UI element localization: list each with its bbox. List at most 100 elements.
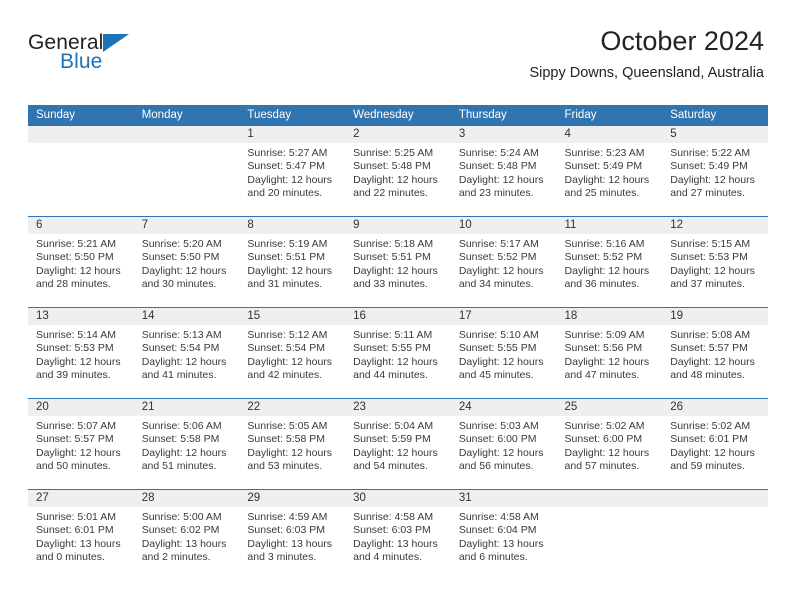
sunrise-time: Sunrise: 5:12 AM — [247, 329, 328, 341]
daylight-duration: Daylight: 13 hours and 0 minutes. — [36, 537, 121, 564]
day-details: Sunrise: 5:07 AM Sunset: 5:57 PM Daylight:… — [28, 416, 134, 474]
daylight-duration: Daylight: 12 hours and 20 minutes. — [247, 173, 333, 200]
daylight-duration: Daylight: 12 hours and 59 minutes. — [670, 446, 755, 473]
day-cell-inner: 18 Sunrise: 5:09 AM Sunset: 5:56 PM Dayligh… — [556, 308, 663, 396]
day-number: 18 — [556, 308, 663, 325]
day-cell-inner — [662, 490, 768, 578]
daylight-duration: Daylight: 12 hours and 36 minutes. — [564, 264, 650, 291]
calendar-day-cell[interactable]: 10 Sunrise: 5:17 AM Sunset: 5:52 PM Dayligh… — [450, 216, 557, 308]
calendar-day-cell[interactable]: 28 Sunrise: 5:00 AM Sunset: 6:02 PM Dayligh… — [133, 489, 240, 580]
calendar-day-cell[interactable]: 8 Sunrise: 5:19 AM Sunset: 5:51 PM Daylight… — [239, 216, 346, 308]
calendar-day-cell[interactable]: 4 Sunrise: 5:23 AM Sunset: 5:49 PM Daylight… — [556, 126, 663, 217]
day-cell-inner: 2 Sunrise: 5:25 AM Sunset: 5:48 PM Daylight… — [345, 126, 451, 214]
calendar-day-cell[interactable]: 17 Sunrise: 5:10 AM Sunset: 5:55 PM Dayligh… — [450, 307, 557, 399]
calendar-day-cell[interactable]: 20 Sunrise: 5:07 AM Sunset: 5:57 PM Dayligh… — [28, 398, 134, 490]
day-number: 16 — [345, 308, 451, 325]
day-details: Sunrise: 4:58 AM Sunset: 6:03 PM Daylight:… — [345, 507, 451, 565]
day-details: Sunrise: 5:15 AM Sunset: 5:53 PM Daylight:… — [662, 234, 768, 292]
daylight-duration: Daylight: 13 hours and 3 minutes. — [247, 537, 333, 564]
sunrise-time: Sunrise: 5:08 AM — [670, 329, 751, 341]
day-cell-inner: 10 Sunrise: 5:17 AM Sunset: 5:52 PM Dayligh… — [450, 217, 557, 305]
daylight-duration: Daylight: 13 hours and 6 minutes. — [458, 537, 544, 564]
calendar-day-cell[interactable]: 9 Sunrise: 5:18 AM Sunset: 5:51 PM Daylight… — [345, 216, 451, 308]
calendar-day-cell[interactable]: 7 Sunrise: 5:20 AM Sunset: 5:50 PM Daylight… — [133, 216, 240, 308]
day-number: 13 — [28, 308, 134, 325]
calendar-day-cell[interactable]: 24 Sunrise: 5:03 AM Sunset: 6:00 PM Dayligh… — [450, 398, 557, 490]
day-cell-inner: 30 Sunrise: 4:58 AM Sunset: 6:03 PM Dayligh… — [345, 490, 451, 578]
day-number: 27 — [28, 490, 134, 507]
sunrise-time: Sunrise: 5:03 AM — [458, 420, 539, 432]
calendar-day-cell[interactable]: 11 Sunrise: 5:16 AM Sunset: 5:52 PM Dayligh… — [556, 216, 663, 308]
calendar-day-cell[interactable]: 2 Sunrise: 5:25 AM Sunset: 5:48 PM Daylight… — [345, 126, 451, 217]
calendar-day-cell[interactable]: 26 Sunrise: 5:02 AM Sunset: 6:01 PM Dayligh… — [662, 398, 768, 490]
calendar-week-row: 13 Sunrise: 5:14 AM Sunset: 5:53 PM Dayligh… — [28, 307, 768, 399]
calendar-day-cell[interactable]: 22 Sunrise: 5:05 AM Sunset: 5:58 PM Dayligh… — [239, 398, 346, 490]
daylight-duration: Daylight: 12 hours and 50 minutes. — [36, 446, 121, 473]
day-cell-inner: 19 Sunrise: 5:08 AM Sunset: 5:57 PM Dayligh… — [662, 308, 768, 396]
sunset-time: Sunset: 6:02 PM — [141, 524, 220, 537]
calendar-week-row: 20 Sunrise: 5:07 AM Sunset: 5:57 PM Dayligh… — [28, 398, 768, 490]
day-details: Sunrise: 4:58 AM Sunset: 6:04 PM Daylight:… — [451, 507, 557, 565]
day-details: Sunrise: 5:08 AM Sunset: 5:57 PM Daylight:… — [662, 325, 768, 383]
calendar-day-cell[interactable]: 16 Sunrise: 5:11 AM Sunset: 5:55 PM Dayligh… — [345, 307, 451, 399]
calendar-day-cell[interactable]: 6 Sunrise: 5:21 AM Sunset: 5:50 PM Daylight… — [28, 216, 134, 308]
calendar-day-cell[interactable]: 1 Sunrise: 5:27 AM Sunset: 5:47 PM Daylight… — [239, 126, 346, 217]
calendar-day-cell[interactable]: 13 Sunrise: 5:14 AM Sunset: 5:53 PM Dayligh… — [28, 307, 134, 399]
day-number — [133, 126, 240, 143]
calendar-day-cell[interactable]: 27 Sunrise: 5:01 AM Sunset: 6:01 PM Dayligh… — [28, 489, 134, 580]
calendar-day-cell[interactable]: 31 Sunrise: 4:58 AM Sunset: 6:04 PM Dayligh… — [450, 489, 557, 580]
sunrise-time: Sunrise: 5:02 AM — [564, 420, 645, 432]
calendar-day-cell[interactable]: 15 Sunrise: 5:12 AM Sunset: 5:54 PM Dayligh… — [239, 307, 346, 399]
day-details: Sunrise: 5:03 AM Sunset: 6:00 PM Daylight:… — [451, 416, 557, 474]
sunrise-sunset-calendar-table: Sunday Monday Tuesday Wednesday Thursday… — [28, 105, 768, 580]
calendar-day-cell-empty — [662, 489, 768, 580]
day-details: Sunrise: 5:23 AM Sunset: 5:49 PM Daylight:… — [557, 143, 663, 201]
calendar-page: General Blue October 2024 Sippy Downs, Q… — [0, 0, 792, 612]
sunrise-time: Sunrise: 5:20 AM — [141, 238, 222, 250]
sunrise-time: Sunrise: 5:00 AM — [141, 511, 222, 523]
calendar-day-cell[interactable]: 21 Sunrise: 5:06 AM Sunset: 5:58 PM Dayligh… — [133, 398, 240, 490]
day-number — [556, 490, 663, 507]
calendar-day-cell[interactable]: 23 Sunrise: 5:04 AM Sunset: 5:59 PM Dayligh… — [345, 398, 451, 490]
general-blue-logo[interactable]: General Blue — [28, 32, 268, 88]
calendar-day-cell[interactable]: 19 Sunrise: 5:08 AM Sunset: 5:57 PM Dayligh… — [662, 307, 768, 399]
sunrise-time: Sunrise: 5:18 AM — [353, 238, 434, 250]
daylight-duration: Daylight: 12 hours and 27 minutes. — [670, 173, 755, 200]
day-cell-inner: 3 Sunrise: 5:24 AM Sunset: 5:48 PM Daylight… — [450, 126, 557, 214]
day-details: Sunrise: 5:01 AM Sunset: 6:01 PM Daylight:… — [28, 507, 134, 565]
sunrise-time: Sunrise: 5:07 AM — [36, 420, 116, 432]
day-details: Sunrise: 5:18 AM Sunset: 5:51 PM Daylight:… — [345, 234, 451, 292]
sunset-time: Sunset: 5:54 PM — [141, 342, 220, 355]
sunrise-time: Sunrise: 5:21 AM — [36, 238, 116, 250]
calendar-day-cell[interactable]: 5 Sunrise: 5:22 AM Sunset: 5:49 PM Daylight… — [662, 126, 768, 217]
day-cell-inner: 15 Sunrise: 5:12 AM Sunset: 5:54 PM Dayligh… — [239, 308, 346, 396]
sunset-time: Sunset: 5:51 PM — [353, 251, 431, 264]
day-cell-inner: 7 Sunrise: 5:20 AM Sunset: 5:50 PM Daylight… — [133, 217, 240, 305]
daylight-duration: Daylight: 12 hours and 57 minutes. — [564, 446, 650, 473]
sunrise-time: Sunrise: 5:16 AM — [564, 238, 645, 250]
sunset-time: Sunset: 5:53 PM — [36, 342, 114, 355]
day-cell-inner: 12 Sunrise: 5:15 AM Sunset: 5:53 PM Dayligh… — [662, 217, 768, 305]
calendar-week-row: 6 Sunrise: 5:21 AM Sunset: 5:50 PM Daylight… — [28, 216, 768, 308]
day-number: 19 — [662, 308, 768, 325]
day-number: 8 — [239, 217, 346, 234]
sunset-time: Sunset: 5:58 PM — [247, 433, 326, 446]
day-cell-inner — [28, 126, 134, 214]
sunrise-time: Sunrise: 5:23 AM — [564, 147, 645, 159]
calendar-day-cell[interactable]: 3 Sunrise: 5:24 AM Sunset: 5:48 PM Daylight… — [450, 126, 557, 217]
sunrise-time: Sunrise: 5:14 AM — [36, 329, 116, 341]
page-title: October 2024 — [600, 26, 764, 56]
day-details: Sunrise: 5:09 AM Sunset: 5:56 PM Daylight:… — [557, 325, 663, 383]
calendar-day-cell[interactable]: 30 Sunrise: 4:58 AM Sunset: 6:03 PM Dayligh… — [345, 489, 451, 580]
calendar-day-cell[interactable]: 29 Sunrise: 4:59 AM Sunset: 6:03 PM Dayligh… — [239, 489, 346, 580]
sunset-time: Sunset: 5:52 PM — [564, 251, 643, 264]
day-number: 2 — [345, 126, 451, 143]
calendar-day-cell[interactable]: 12 Sunrise: 5:15 AM Sunset: 5:53 PM Dayligh… — [662, 216, 768, 308]
calendar-day-cell[interactable]: 14 Sunrise: 5:13 AM Sunset: 5:54 PM Dayligh… — [133, 307, 240, 399]
day-number: 17 — [450, 308, 557, 325]
sunrise-time: Sunrise: 5:13 AM — [141, 329, 222, 341]
calendar-day-cell[interactable]: 25 Sunrise: 5:02 AM Sunset: 6:00 PM Dayligh… — [556, 398, 663, 490]
calendar-day-cell[interactable]: 18 Sunrise: 5:09 AM Sunset: 5:56 PM Dayligh… — [556, 307, 663, 399]
day-details: Sunrise: 5:04 AM Sunset: 5:59 PM Daylight:… — [345, 416, 451, 474]
sunset-time: Sunset: 5:48 PM — [353, 160, 431, 173]
